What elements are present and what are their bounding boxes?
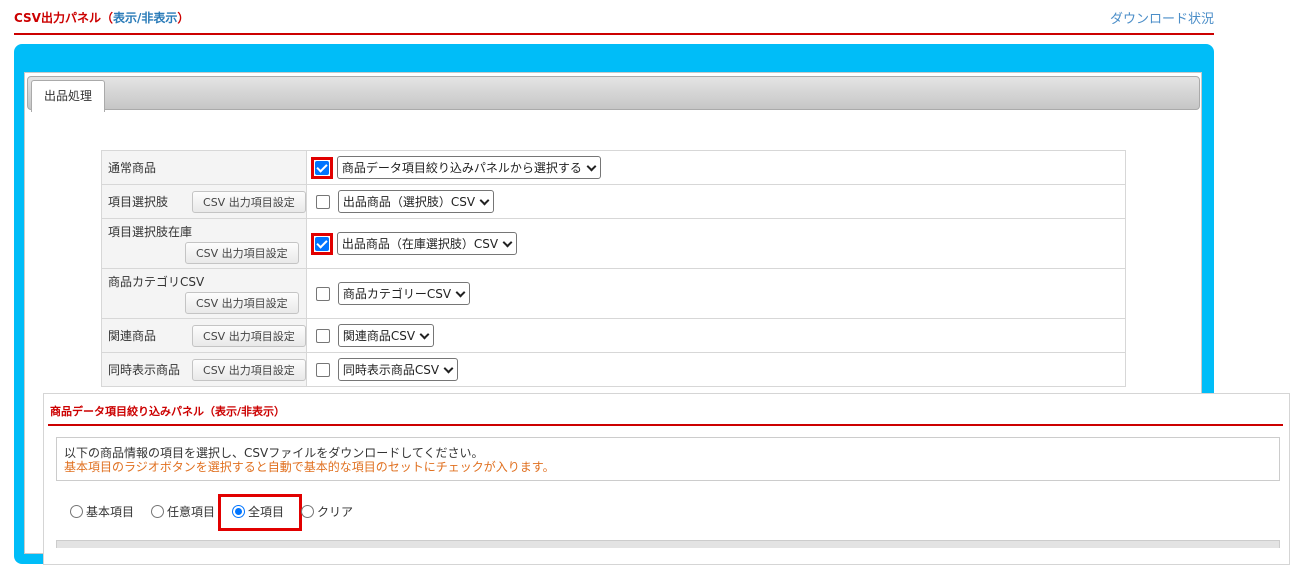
toggle-open-paren: （ bbox=[100, 11, 113, 25]
filter-panel-title: 商品データ項目絞り込みパネル（表示/非表示） bbox=[50, 403, 285, 419]
radio-all-items-highlight bbox=[218, 494, 302, 531]
csv-type-select[interactable]: 出品商品（在庫選択肢）CSV bbox=[336, 232, 518, 255]
settings-row-option-cell: 出品商品（在庫選択肢）CSV bbox=[306, 218, 1126, 269]
settings-row: 項目選択肢 CSV 出力項目設定 出品商品（選択肢）CSV bbox=[101, 184, 1126, 219]
settings-row-option-cell: 商品データ項目絞り込みパネルから選択する bbox=[306, 150, 1126, 185]
export-checkbox[interactable] bbox=[316, 362, 330, 377]
csv-output-settings-button[interactable]: CSV 出力項目設定 bbox=[192, 324, 306, 347]
settings-row-label: 項目選択肢 bbox=[108, 194, 169, 209]
settings-row-option-cell: 関連商品CSV bbox=[306, 318, 1126, 353]
radio-basic-items-label: 基本項目 bbox=[86, 505, 135, 519]
csv-type-select[interactable]: 商品データ項目絞り込みパネルから選択する bbox=[336, 156, 601, 179]
filter-panel-divider bbox=[48, 424, 1283, 426]
settings-row-option-cell: 同時表示商品CSV bbox=[306, 352, 1126, 387]
settings-row-label: 商品カテゴリCSV bbox=[108, 275, 205, 289]
filter-panel-title-text: 商品データ項目絞り込みパネル bbox=[50, 405, 204, 418]
toggle-close-paren: ） bbox=[177, 11, 190, 25]
filter-description-box: 以下の商品情報の項目を選択し、CSVファイルをダウンロードしてください。 基本項… bbox=[56, 437, 1280, 481]
settings-row: 関連商品 CSV 出力項目設定 関連商品CSV bbox=[101, 318, 1126, 353]
settings-row-label: 関連商品 bbox=[108, 328, 157, 343]
export-checkbox[interactable] bbox=[316, 328, 330, 343]
export-checkbox[interactable] bbox=[315, 160, 329, 175]
csv-output-settings-button[interactable]: CSV 出力項目設定 bbox=[192, 358, 306, 381]
radio-basic-items-circle[interactable] bbox=[70, 505, 83, 518]
toggle-visibility-link[interactable]: 表示/非表示 bbox=[113, 11, 177, 25]
page-title: CSV出力パネル（表示/非表示） bbox=[14, 9, 189, 26]
csv-type-select[interactable]: 同時表示商品CSV bbox=[337, 358, 459, 381]
tab-listing-process[interactable]: 出品処理 bbox=[31, 80, 105, 112]
settings-row-option-cell: 商品カテゴリーCSV bbox=[306, 268, 1126, 319]
page-title-text: CSV出力パネル bbox=[14, 11, 101, 25]
csv-type-select[interactable]: 出品商品（選択肢）CSV bbox=[337, 190, 495, 213]
filter-description-line2: 基本項目のラジオボタンを選択すると自動で基本的な項目のセットにチェックが入ります… bbox=[64, 460, 555, 474]
settings-row-label-cell: 同時表示商品 CSV 出力項目設定 bbox=[101, 352, 307, 387]
settings-row-label-cell: 関連商品 CSV 出力項目設定 bbox=[101, 318, 307, 353]
settings-row-option-cell: 出品商品（選択肢）CSV bbox=[306, 184, 1126, 219]
radio-optional-items[interactable]: 任意項目 bbox=[151, 503, 215, 520]
export-checkbox[interactable] bbox=[315, 236, 329, 251]
settings-row-label-cell: 商品カテゴリCSV CSV 出力項目設定 bbox=[101, 268, 307, 319]
settings-row: 同時表示商品 CSV 出力項目設定 同時表示商品CSV bbox=[101, 352, 1126, 387]
settings-row: 通常商品 商品データ項目絞り込みパネルから選択する bbox=[101, 150, 1126, 185]
csv-output-settings-button[interactable]: CSV 出力項目設定 bbox=[185, 242, 299, 264]
csv-type-select[interactable]: 商品カテゴリーCSV bbox=[337, 282, 471, 305]
radio-clear[interactable]: クリア bbox=[301, 503, 353, 520]
download-status-link[interactable]: ダウンロード状況 bbox=[1110, 8, 1214, 27]
csv-output-settings-button[interactable]: CSV 出力項目設定 bbox=[185, 292, 299, 314]
radio-basic-items[interactable]: 基本項目 bbox=[70, 503, 134, 520]
export-checkbox[interactable] bbox=[316, 194, 330, 209]
settings-row: 商品カテゴリCSV CSV 出力項目設定 商品カテゴリーCSV bbox=[101, 268, 1126, 319]
filter-panel-toggle-link[interactable]: （表示/非表示） bbox=[204, 405, 285, 418]
radio-clear-label: クリア bbox=[317, 505, 354, 519]
export-checkbox[interactable] bbox=[316, 286, 330, 301]
radio-optional-items-label: 任意項目 bbox=[167, 505, 216, 519]
checkbox-highlight bbox=[311, 232, 333, 255]
csv-settings-table: 通常商品 商品データ項目絞り込みパネルから選択する項目選択肢 CSV 出力項目設定… bbox=[101, 150, 1126, 387]
settings-row: 項目選択肢在庫 CSV 出力項目設定 出品商品（在庫選択肢）CSV bbox=[101, 218, 1126, 269]
settings-row-label-cell: 項目選択肢在庫 CSV 出力項目設定 bbox=[101, 218, 307, 269]
settings-row-label: 項目選択肢在庫 bbox=[108, 225, 193, 239]
settings-row-label-cell: 通常商品 bbox=[101, 150, 307, 185]
radio-clear-circle[interactable] bbox=[301, 505, 314, 518]
settings-row-label: 通常商品 bbox=[108, 161, 157, 175]
checkbox-highlight bbox=[311, 156, 333, 179]
page-header: CSV出力パネル（表示/非表示） ダウンロード状況 bbox=[14, 0, 1214, 35]
tab-bar bbox=[27, 76, 1200, 110]
settings-row-label-cell: 項目選択肢 CSV 出力項目設定 bbox=[101, 184, 307, 219]
radio-optional-items-circle[interactable] bbox=[151, 505, 164, 518]
settings-row-label: 同時表示商品 bbox=[108, 362, 181, 377]
csv-output-settings-button[interactable]: CSV 出力項目設定 bbox=[192, 190, 306, 213]
csv-type-select[interactable]: 関連商品CSV bbox=[337, 324, 435, 347]
